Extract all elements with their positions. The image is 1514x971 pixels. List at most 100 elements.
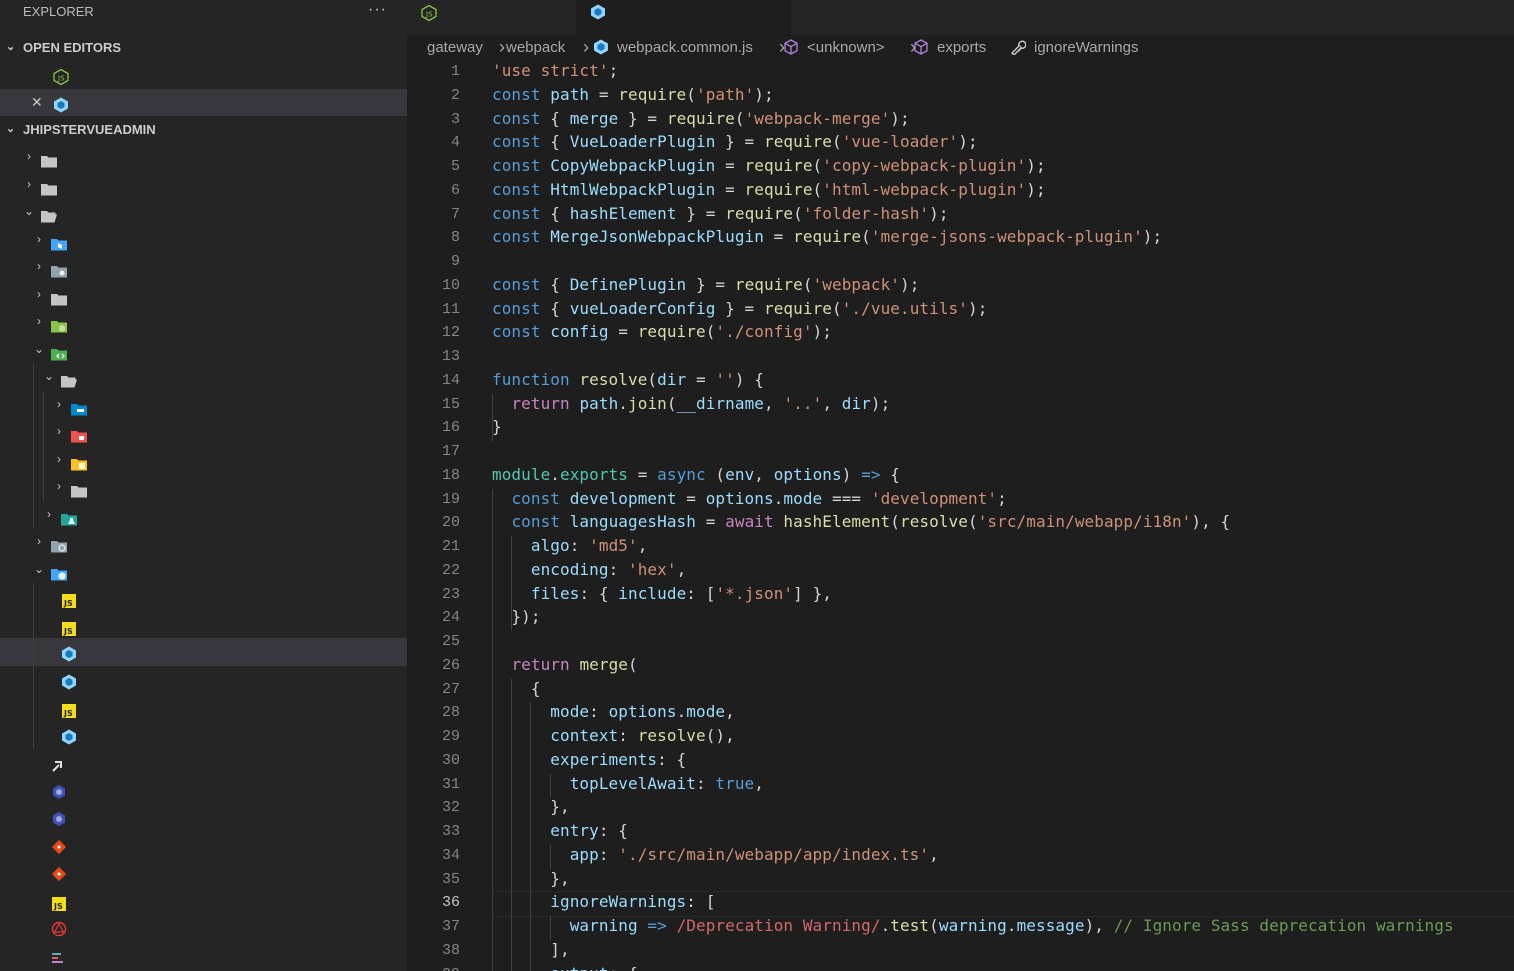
tree-file[interactable]: [0, 913, 407, 941]
tree-file[interactable]: [0, 776, 407, 804]
folder-test-icon: [61, 508, 77, 525]
tree-folder[interactable]: ⌄: [0, 363, 407, 391]
code-line[interactable]: const { VueLoaderPlugin } = require('vue…: [492, 132, 978, 151]
line-number: 34: [441, 846, 460, 864]
project-section[interactable]: ⌄ JHIPSTERVUEADMIN: [0, 116, 407, 143]
tree-folder[interactable]: ⌄: [0, 198, 407, 226]
code-line[interactable]: mode: options.mode,: [492, 702, 735, 721]
chevron-right-icon: ›: [37, 314, 41, 328]
folder-icon: [41, 150, 57, 168]
code-line[interactable]: ],: [492, 940, 570, 959]
code-line[interactable]: experiments: {: [492, 750, 686, 769]
code-line[interactable]: const config = require('./config');: [492, 322, 832, 341]
code-line[interactable]: const { merge } = require('webpack-merge…: [492, 109, 910, 128]
code-line[interactable]: algo: 'md5',: [492, 536, 648, 555]
folder-open-icon: [41, 205, 57, 223]
tree-folder[interactable]: ›: [0, 418, 407, 446]
tree-file[interactable]: [0, 831, 407, 859]
code-line[interactable]: const { vueLoaderConfig } = require('./v…: [492, 299, 987, 318]
svg-text:JS: JS: [57, 75, 65, 83]
breadcrumb-item[interactable]: exports: [937, 35, 986, 60]
code-line[interactable]: const { DefinePlugin } = require('webpac…: [492, 275, 919, 294]
code-line[interactable]: const languagesHash = await hashElement(…: [492, 512, 1230, 531]
tree-folder[interactable]: ›: [0, 308, 407, 336]
tree-file[interactable]: JS: [0, 583, 407, 611]
open-editors-section[interactable]: ⌄ OPEN EDITORS: [0, 34, 407, 61]
tree-folder[interactable]: ›: [0, 171, 407, 199]
code-line[interactable]: {: [492, 679, 541, 698]
chevron-down-icon: ⌄: [6, 123, 16, 135]
tree-folder[interactable]: ›: [0, 226, 407, 254]
chevron-right-icon: ›: [57, 396, 61, 411]
tab-webpack-common-js[interactable]: [576, 0, 791, 35]
tree-folder[interactable]: ›: [0, 473, 407, 501]
code-line[interactable]: app: './src/main/webapp/app/index.ts',: [492, 845, 939, 864]
code-line[interactable]: function resolve(dir = '') {: [492, 370, 764, 389]
tree-folder[interactable]: ›: [0, 281, 407, 309]
tree-file[interactable]: [0, 666, 407, 694]
code-line[interactable]: },: [492, 869, 570, 888]
code-line[interactable]: }: [492, 417, 502, 436]
tree-folder[interactable]: ›: [0, 528, 407, 556]
tree-file[interactable]: [0, 748, 407, 776]
tab-package-json[interactable]: JS: [407, 0, 576, 26]
chevron-right-icon: ›: [499, 37, 505, 57]
webpack-file-icon: [53, 95, 69, 112]
open-editor-item[interactable]: ✕: [0, 88, 407, 117]
code-editor[interactable]: 1 'use strict'; 2 const path = require('pat…: [407, 60, 1514, 971]
tree-file[interactable]: [0, 941, 407, 969]
code-line[interactable]: return path.join(__dirname, '..', dir);: [492, 394, 890, 413]
line-number: 9: [450, 253, 460, 270]
code-line[interactable]: entry: {: [492, 821, 628, 840]
code-line[interactable]: const { hashElement } = require('folder-…: [492, 204, 949, 223]
folder-icon: [41, 178, 57, 195]
code-line[interactable]: ignoreWarnings: [: [492, 892, 715, 911]
tree-file[interactable]: [0, 638, 407, 666]
code-line[interactable]: const CopyWebpackPlugin = require('copy-…: [492, 156, 1046, 175]
code-line[interactable]: return merge(: [492, 655, 638, 674]
code-line[interactable]: const MergeJsonWebpackPlugin = require('…: [492, 227, 1162, 246]
code-line[interactable]: topLevelAwait: true,: [492, 774, 764, 793]
breadcrumb-item[interactable]: webpack.common.js: [617, 35, 753, 60]
tree-folder[interactable]: ›: [0, 253, 407, 281]
breadcrumb-item[interactable]: gateway: [427, 35, 483, 60]
code-line[interactable]: const HtmlWebpackPlugin = require('html-…: [492, 180, 1046, 199]
line-number: 11: [441, 300, 460, 318]
code-line[interactable]: const development = options.mode === 'de…: [492, 489, 1007, 508]
breadcrumb-item[interactable]: <unknown>: [807, 35, 885, 60]
explorer-header: EXPLORER ···: [0, 0, 407, 24]
tree-file[interactable]: JS: [0, 611, 407, 639]
tree-folder[interactable]: ›: [0, 391, 407, 419]
tree-folder[interactable]: ⌄: [0, 556, 407, 584]
line-number: 17: [441, 443, 460, 460]
folder-webpack-icon: [51, 563, 67, 580]
code-line[interactable]: },: [492, 797, 570, 816]
code-line[interactable]: warning => /Deprecation Warning/.test(wa…: [492, 916, 1454, 935]
tree-folder[interactable]: ›: [0, 446, 407, 474]
code-line[interactable]: });: [492, 607, 541, 626]
tree-file[interactable]: JS: [0, 886, 407, 914]
tree-file[interactable]: [0, 721, 407, 749]
code-line[interactable]: context: resolve(),: [492, 726, 735, 745]
code-line[interactable]: files: { include: ['*.json'] },: [492, 584, 832, 603]
tree-folder[interactable]: ›: [0, 501, 407, 529]
line-number: 36: [441, 894, 460, 912]
js-icon: JS: [51, 893, 67, 911]
more-actions-icon[interactable]: ···: [368, 0, 387, 22]
tree-folder[interactable]: ›: [0, 143, 407, 171]
open-editor-item[interactable]: JS: [0, 61, 407, 89]
tree-file[interactable]: [0, 803, 407, 831]
tree-folder[interactable]: ⌄: [0, 336, 407, 364]
close-icon[interactable]: ✕: [31, 89, 43, 117]
tree-file[interactable]: JS: [0, 693, 407, 721]
code-line[interactable]: const path = require('path');: [492, 85, 774, 104]
line-number: 29: [441, 728, 460, 745]
tree-file[interactable]: [0, 858, 407, 886]
code-line[interactable]: output: {: [492, 964, 638, 971]
breadcrumb-item[interactable]: webpack: [506, 35, 565, 60]
code-line[interactable]: 'use strict';: [492, 61, 618, 80]
breadcrumb-item[interactable]: ignoreWarnings: [1034, 35, 1139, 60]
code-line[interactable]: encoding: 'hex',: [492, 560, 686, 579]
code-line[interactable]: module.exports = async (env, options) =>…: [492, 465, 900, 484]
chevron-down-icon: ⌄: [33, 341, 45, 356]
